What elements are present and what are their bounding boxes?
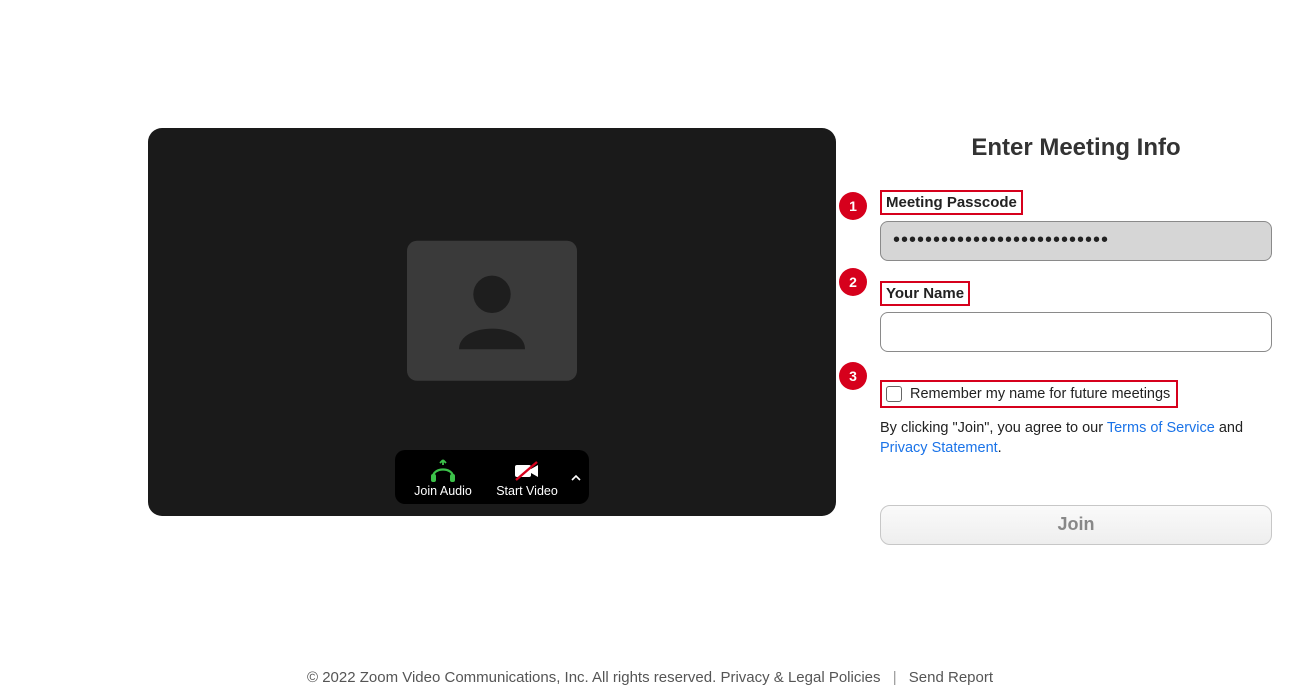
annotation-badge-3: 3	[839, 362, 867, 390]
meeting-info-form: Enter Meeting Info Meeting Passcode ••••…	[880, 134, 1272, 545]
passcode-label: Meeting Passcode	[880, 190, 1023, 215]
video-off-icon	[512, 459, 542, 483]
footer-copyright: © 2022 Zoom Video Communications, Inc. A…	[307, 669, 716, 686]
avatar-placeholder	[407, 241, 577, 381]
form-title: Enter Meeting Info	[880, 134, 1272, 162]
video-preview-panel: Join Audio Start Video	[148, 128, 836, 516]
remember-name-label: Remember my name for future meetings	[910, 386, 1170, 402]
start-video-label: Start Video	[496, 484, 558, 498]
person-icon	[437, 256, 547, 366]
footer-policies-link[interactable]: Privacy & Legal Policies	[720, 669, 880, 686]
passcode-input[interactable]: •••••••••••••••••••••••••••	[880, 221, 1272, 261]
footer: © 2022 Zoom Video Communications, Inc. A…	[0, 669, 1300, 686]
start-video-button[interactable]: Start Video	[485, 456, 569, 500]
name-input[interactable]	[880, 312, 1272, 352]
legal-prefix: By clicking "Join", you agree to our	[880, 420, 1107, 436]
legal-text: By clicking "Join", you agree to our Ter…	[880, 418, 1272, 459]
name-label: Your Name	[880, 281, 970, 306]
legal-and: and	[1215, 420, 1243, 436]
chevron-up-icon	[571, 473, 581, 483]
remember-name-checkbox[interactable]	[886, 386, 902, 402]
privacy-statement-link[interactable]: Privacy Statement	[880, 440, 998, 456]
join-audio-button[interactable]: Join Audio	[401, 456, 485, 500]
join-audio-label: Join Audio	[414, 484, 472, 498]
annotation-badge-1: 1	[839, 192, 867, 220]
legal-suffix: .	[998, 440, 1002, 456]
preview-controls-bar: Join Audio Start Video	[395, 450, 589, 504]
footer-separator: |	[893, 669, 897, 686]
annotation-badge-2: 2	[839, 268, 867, 296]
video-options-caret[interactable]	[569, 456, 583, 500]
join-button[interactable]: Join	[880, 505, 1272, 545]
terms-of-service-link[interactable]: Terms of Service	[1107, 420, 1215, 436]
headphones-icon	[428, 459, 458, 483]
footer-send-report-link[interactable]: Send Report	[909, 669, 993, 686]
